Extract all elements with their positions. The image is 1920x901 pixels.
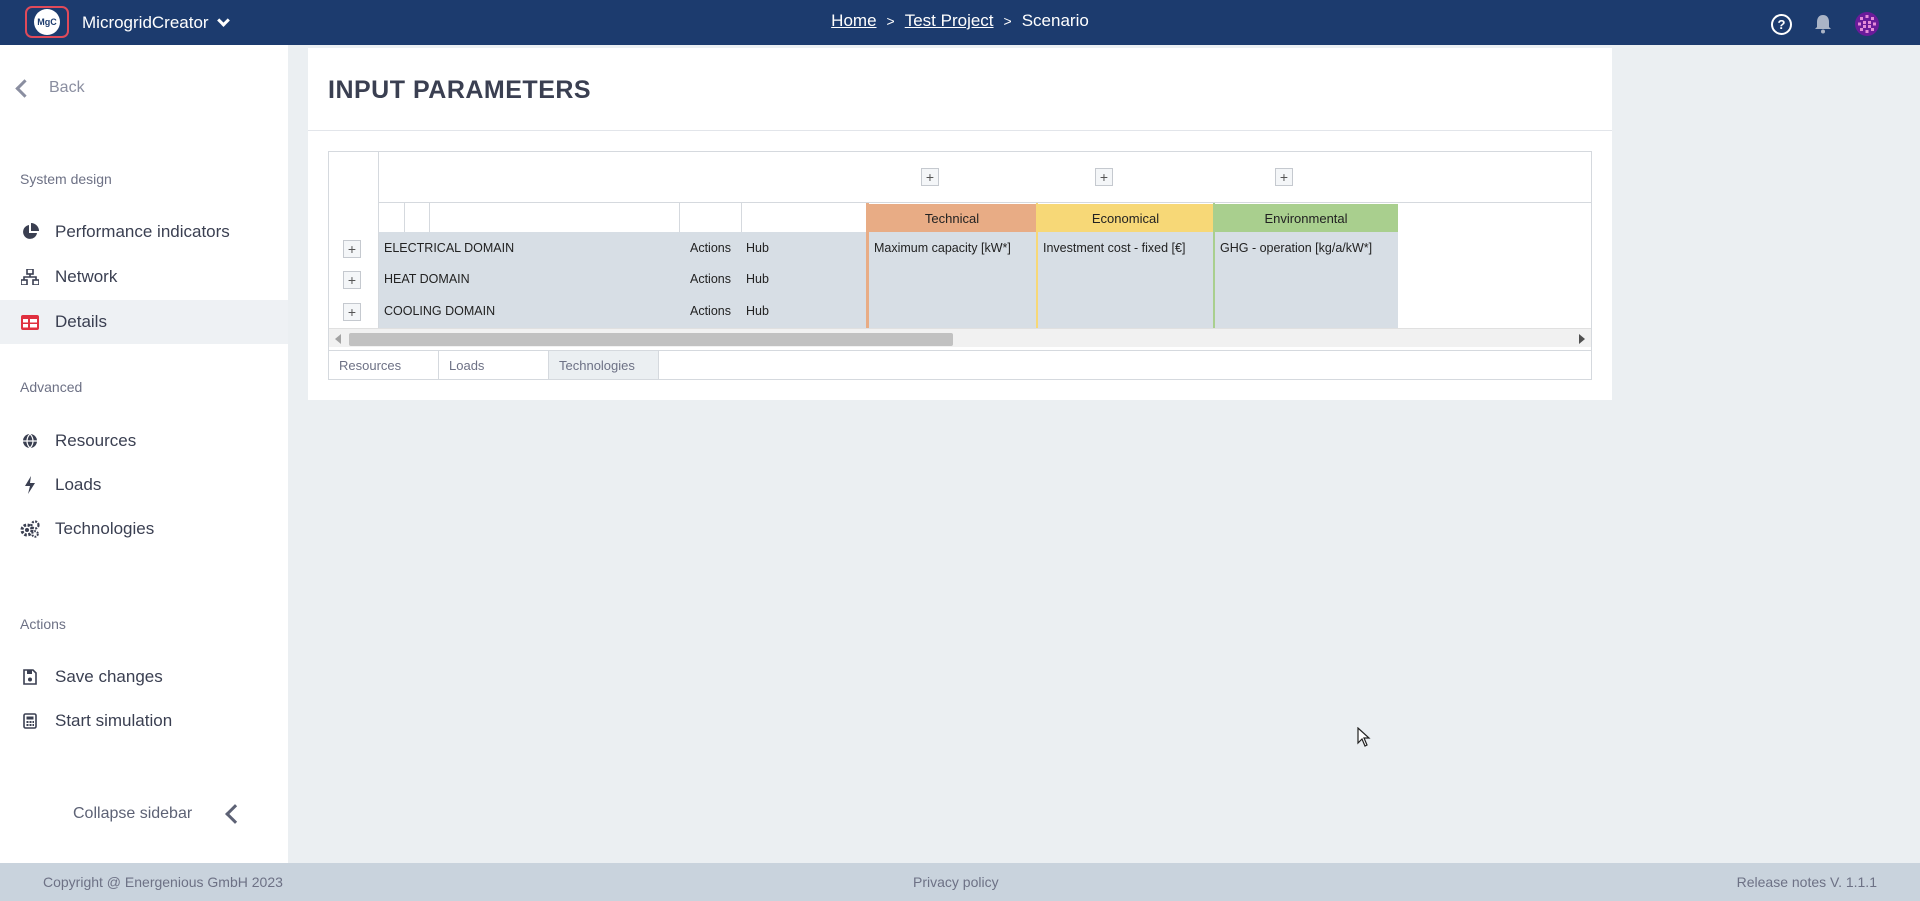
privacy-policy-link[interactable]: Privacy policy [913,874,999,890]
breadcrumb-separator: > [886,13,895,29]
bell-icon[interactable] [1814,14,1832,34]
sidebar-item-label: Details [55,312,107,331]
breadcrumb-project[interactable]: Test Project [905,11,994,30]
sidebar-item-resources[interactable]: Resources [0,419,288,463]
horizontal-scrollbar[interactable] [329,328,1591,347]
bolt-icon [20,475,40,495]
chevron-left-icon [15,78,34,98]
actions-button[interactable]: Actions [685,232,741,263]
environmental-parameter[interactable]: GHG - operation [kg/a/kW*] [1215,232,1398,263]
environmental-border [1213,203,1215,328]
breadcrumb-separator: > [1003,13,1012,29]
group-header-environmental: Environmental [1214,204,1398,232]
collapse-sidebar-button[interactable]: Collapse sidebar [73,804,246,824]
sidebar-item-performance-indicators[interactable]: Performance indicators [0,210,288,254]
top-bar: MgC MicrogridCreator Home > Test Project > S… [0,0,1920,45]
sheet-tabs: Resources Loads Technologies [328,350,1592,380]
tab-loads[interactable]: Loads [439,351,549,379]
parameters-grid: + + + Technical Economical Environmental… [328,151,1592,351]
scroll-left-icon[interactable] [335,334,341,344]
breadcrumb-current: Scenario [1021,11,1089,30]
column-separator [679,203,680,234]
back-button[interactable]: Back [15,78,85,98]
page-title: INPUT PARAMETERS [328,76,592,104]
sidebar-item-label: Save changes [55,667,163,686]
mouse-cursor-icon [1357,726,1371,752]
save-icon [20,667,40,687]
sidebar-item-label: Technologies [55,519,155,538]
sidebar-item-start-simulation[interactable]: Start simulation [0,699,288,743]
domain-name: ELECTRICAL DOMAIN [384,240,515,255]
calculator-icon [20,711,40,731]
actions-button[interactable]: Actions [685,263,741,294]
release-notes-link[interactable]: Release notes V. 1.1.1 [1737,874,1877,890]
hub-cell: Hub [746,271,769,286]
copyright-text: Copyright @ Energenious GmbH 2023 [43,874,283,890]
section-title-system-design: System design [20,171,112,187]
sidebar-item-label: Performance indicators [55,222,230,241]
sidebar-item-technologies[interactable]: Technologies [0,507,288,551]
globe-icon [20,431,40,451]
section-title-advanced: Advanced [20,379,83,395]
sidebar-item-label: Start simulation [55,711,173,730]
network-icon [20,267,40,287]
section-title-actions: Actions [20,616,66,632]
divider [308,130,1612,131]
add-technical-parameter-button[interactable]: + [921,168,939,186]
sidebar-item-label: Resources [55,431,137,450]
sidebar-item-network[interactable]: Network [0,255,288,299]
domain-name: HEAT DOMAIN [384,271,470,286]
economical-parameter[interactable]: Investment cost - fixed [€] [1038,232,1214,263]
scrollbar-thumb[interactable] [349,333,953,346]
column-separator [429,203,430,234]
sidebar-item-label: Network [55,267,118,286]
column-separator [741,203,742,234]
chevron-left-icon [225,804,246,824]
help-icon[interactable]: ? [1771,13,1792,35]
hub-cell: Hub [746,303,769,318]
tab-technologies[interactable]: Technologies [549,351,659,379]
sidebar: Back System design Performance indicator… [0,45,288,863]
economical-border [1036,203,1038,328]
technical-border [866,203,869,328]
technical-parameter[interactable]: Maximum capacity [kW*] [869,232,1037,263]
column-separator [404,203,405,234]
sidebar-item-loads[interactable]: Loads [0,463,288,507]
expand-row-button[interactable]: + [343,240,361,258]
breadcrumb-home[interactable]: Home [831,11,876,30]
tab-resources[interactable]: Resources [329,351,439,379]
back-label: Back [49,79,85,96]
breadcrumb: Home > Test Project > Scenario [0,11,1920,31]
expand-row-button[interactable]: + [343,271,361,289]
sidebar-item-label: Loads [55,475,102,494]
divider [379,202,1592,203]
domain-name: COOLING DOMAIN [384,303,496,318]
add-economical-parameter-button[interactable]: + [1095,168,1113,186]
add-environmental-parameter-button[interactable]: + [1275,168,1293,186]
collapse-sidebar-label: Collapse sidebar [73,805,193,822]
group-header-technical: Technical [867,204,1037,232]
pie-chart-icon [20,222,40,242]
input-parameters-card: INPUT PARAMETERS + + + Technical Economi… [308,48,1612,400]
group-header-economical: Economical [1037,204,1214,232]
table-icon [20,312,40,332]
sidebar-item-save-changes[interactable]: Save changes [0,655,288,699]
gears-icon [20,519,40,539]
expand-row-button[interactable]: + [343,303,361,321]
sidebar-item-details[interactable]: Details [0,300,288,344]
actions-button[interactable]: Actions [685,295,741,326]
scroll-right-icon[interactable] [1579,334,1585,344]
footer: Copyright @ Energenious GmbH 2023 Privac… [0,863,1920,901]
hub-cell: Hub [746,240,769,255]
avatar[interactable] [1854,11,1880,37]
